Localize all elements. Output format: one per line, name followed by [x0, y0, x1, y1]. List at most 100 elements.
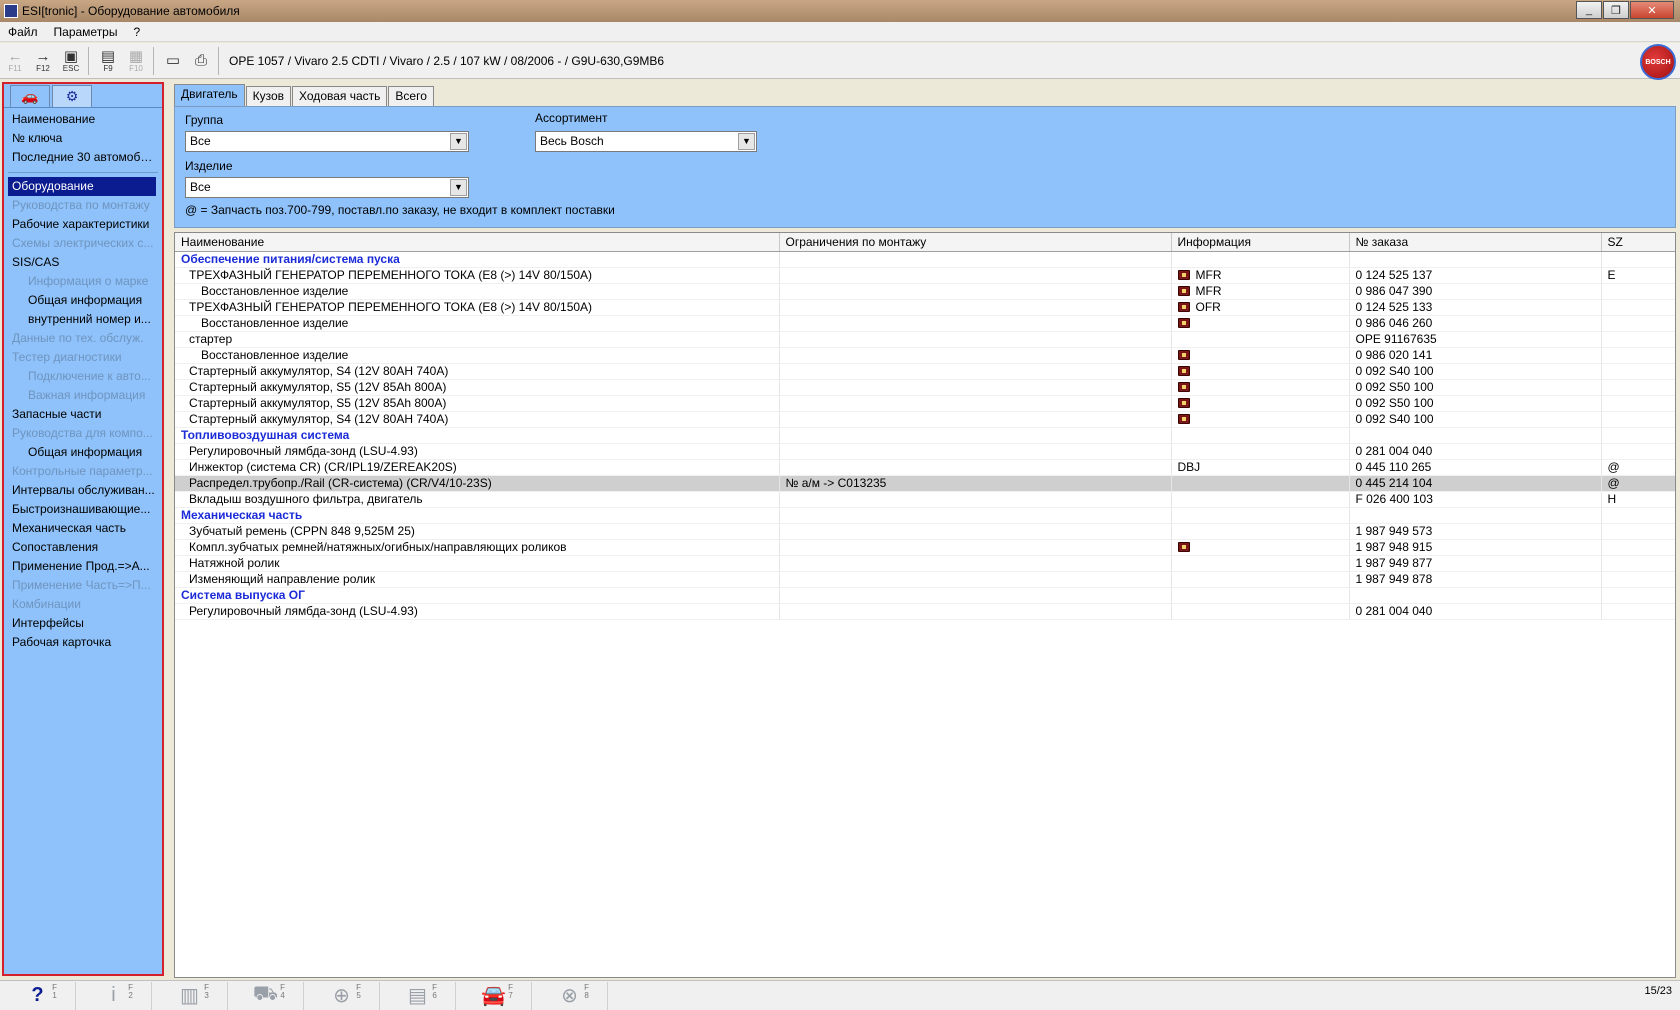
- table-group-row[interactable]: Механическая часть: [175, 507, 1675, 524]
- column-header-order-number[interactable]: № заказа: [1349, 233, 1602, 252]
- assortment-select[interactable]: Весь Bosch ▼: [535, 131, 757, 152]
- table-row[interactable]: Компл.зубчатых ремней/натяжных/огибных/н…: [175, 539, 1675, 556]
- nav-item: Руководства по монтажу: [12, 198, 150, 212]
- nav-item[interactable]: Общая информация: [4, 443, 156, 462]
- document-info-icon[interactable]: [1177, 269, 1190, 280]
- document-info-icon[interactable]: [1177, 317, 1190, 328]
- document-info-icon[interactable]: [1177, 397, 1190, 408]
- nav-item[interactable]: Запасные части: [4, 405, 156, 424]
- toolbar-button-f10[interactable]: ▦ F10: [123, 46, 149, 76]
- nav-item[interactable]: Последние 30 автомоби...: [4, 148, 156, 167]
- function-key-f3[interactable]: ▥ F 3: [152, 981, 228, 1010]
- nav-item[interactable]: Оборудование: [8, 177, 156, 196]
- menu-file[interactable]: Файл: [0, 25, 46, 39]
- document-info-icon[interactable]: [1177, 541, 1190, 552]
- table-row[interactable]: Стартерный аккумулятор, S4 (12V 80AH 740…: [175, 363, 1675, 380]
- table-group-row[interactable]: Обеспечение питания/система пуска: [175, 251, 1675, 268]
- table-row[interactable]: ТРЕХФАЗНЫЙ ГЕНЕРАТОР ПЕРЕМЕННОГО ТОКА (E…: [175, 299, 1675, 316]
- nav-item[interactable]: Сопоставления: [4, 538, 156, 557]
- toolbar-button-esc[interactable]: ▣ ESC: [58, 46, 84, 76]
- document-info-icon[interactable]: [1177, 413, 1190, 424]
- nav-item: Важная информация: [28, 388, 146, 402]
- table-row[interactable]: Зубчатый ремень (CPPN 848 9,525M 25) 1 98…: [175, 523, 1675, 540]
- menu-help[interactable]: ?: [125, 25, 148, 39]
- table-row[interactable]: Восстановленное изделие MFR 0 986 047 390: [175, 283, 1675, 300]
- tab-2[interactable]: Ходовая часть: [292, 86, 388, 106]
- toolbar-button-f11[interactable]: ← F11: [2, 46, 28, 76]
- column-header-info[interactable]: Информация: [1171, 233, 1350, 252]
- menu-parameters[interactable]: Параметры: [46, 25, 126, 39]
- nav-item[interactable]: № ключа: [4, 129, 156, 148]
- cell-name: ТРЕХФАЗНЫЙ ГЕНЕРАТОР ПЕРЕМЕННОГО ТОКА (E…: [175, 267, 780, 284]
- cell-sz: [1601, 571, 1675, 588]
- table-row[interactable]: ТРЕХФАЗНЫЙ ГЕНЕРАТОР ПЕРЕМЕННОГО ТОКА (E…: [175, 267, 1675, 284]
- function-key-f5[interactable]: ⊕ F 5: [304, 981, 380, 1010]
- nav-item[interactable]: Общая информация: [4, 291, 156, 310]
- minimize-button[interactable]: _: [1576, 1, 1602, 19]
- product-select[interactable]: Все ▼: [185, 177, 469, 198]
- nav-item[interactable]: Механическая часть: [4, 519, 156, 538]
- function-key-f4[interactable]: ⛟ F 4: [228, 981, 304, 1010]
- table-row[interactable]: Регулировочный лямбда-зонд (LSU-4.93) 0 2…: [175, 443, 1675, 460]
- group-select[interactable]: Все ▼: [185, 131, 469, 152]
- nav-item[interactable]: SIS/CAS: [4, 253, 156, 272]
- nav-item[interactable]: внутренний номер и...: [4, 310, 156, 329]
- toolbar-button-f9[interactable]: ▤ F9: [95, 46, 121, 76]
- function-key-f8[interactable]: ⊗ F 8: [532, 981, 608, 1010]
- dropdown-arrow-icon[interactable]: ▼: [738, 133, 755, 150]
- table-row[interactable]: Изменяющий направление ролик 1 987 949 87…: [175, 571, 1675, 588]
- table-row[interactable]: Регулировочный лямбда-зонд (LSU-4.93) 0 2…: [175, 603, 1675, 620]
- filter-panel: Группа Все ▼ Ассортимент Весь Bosch ▼ Из…: [174, 106, 1676, 228]
- table-row[interactable]: Натяжной ролик 1 987 949 877: [175, 555, 1675, 572]
- dropdown-arrow-icon[interactable]: ▼: [450, 179, 467, 196]
- nav-tab-car-icon[interactable]: 🚗: [10, 85, 50, 107]
- nav-item[interactable]: Рабочие характеристики: [4, 215, 156, 234]
- table-group-row[interactable]: Топливовоздушная система: [175, 427, 1675, 444]
- nav-item[interactable]: Интерфейсы: [4, 614, 156, 633]
- document-info-icon[interactable]: [1177, 381, 1190, 392]
- table-row[interactable]: стартер OPE 91167635: [175, 331, 1675, 348]
- toolbar-button-f12[interactable]: → F12: [30, 46, 56, 76]
- nav-tab-engine-icon[interactable]: ⚙: [52, 85, 92, 107]
- nav-item[interactable]: Быстроизнашивающие...: [4, 500, 156, 519]
- cell-sz: [1601, 331, 1675, 348]
- maximize-button[interactable]: ❐: [1603, 1, 1629, 19]
- nav-item[interactable]: Интервалы обслуживан...: [4, 481, 156, 500]
- function-key-label: F 1: [52, 982, 57, 1000]
- nav-item[interactable]: Рабочая карточка: [4, 633, 156, 652]
- tab-0[interactable]: Двигатель: [174, 84, 245, 106]
- column-header-name[interactable]: Наименование: [175, 233, 780, 252]
- column-header-sz[interactable]: SZ: [1601, 233, 1675, 252]
- nav-item[interactable]: Наименование: [4, 110, 156, 129]
- function-key-f1[interactable]: ? F 1: [0, 981, 76, 1010]
- toolbar-button-doc-5[interactable]: ▭: [160, 46, 186, 76]
- cell-sz: [1601, 555, 1675, 572]
- cell-sz: [1601, 411, 1675, 428]
- tab-1[interactable]: Кузов: [245, 86, 292, 106]
- document-info-icon[interactable]: [1177, 349, 1190, 360]
- table-row[interactable]: Восстановленное изделие 0 986 020 141: [175, 347, 1675, 364]
- dropdown-arrow-icon[interactable]: ▼: [450, 133, 467, 150]
- toolbar-button-doc-6[interactable]: ⎙: [188, 46, 214, 76]
- function-key-f7[interactable]: 🚘 F 7: [456, 981, 532, 1010]
- table-row[interactable]: Стартерный аккумулятор, S4 (12V 80AH 740…: [175, 411, 1675, 428]
- cell-restriction: [779, 539, 1172, 556]
- document-info-icon[interactable]: [1177, 365, 1190, 376]
- document-info-icon[interactable]: [1177, 301, 1190, 312]
- table-row[interactable]: Стартерный аккумулятор, S5 (12V 85Ah 800…: [175, 379, 1675, 396]
- function-key-f2[interactable]: i F 2: [76, 981, 152, 1010]
- table-row[interactable]: Инжектор (система CR) (CR/IPL19/ZEREAK20…: [175, 459, 1675, 476]
- table-row[interactable]: Стартерный аккумулятор, S5 (12V 85Ah 800…: [175, 395, 1675, 412]
- function-key-f6[interactable]: ▤ F 6: [380, 981, 456, 1010]
- table-row[interactable]: Вкладыш воздушного фильтра, двигатель F 0…: [175, 491, 1675, 508]
- cell-info: MFR: [1171, 283, 1350, 300]
- table-group-row[interactable]: Система выпуска ОГ: [175, 587, 1675, 604]
- tab-3[interactable]: Всего: [388, 86, 434, 106]
- close-button[interactable]: ✕: [1630, 1, 1674, 19]
- nav-item[interactable]: Применение Прод.=>А...: [4, 557, 156, 576]
- table-row[interactable]: Распредел.трубопр./Rail (CR-система) (CR…: [175, 475, 1675, 492]
- table-row[interactable]: Восстановленное изделие 0 986 046 260: [175, 315, 1675, 332]
- column-header-restrictions[interactable]: Ограничения по монтажу: [779, 233, 1172, 252]
- document-info-icon[interactable]: [1177, 285, 1190, 296]
- cell-info: [1171, 587, 1350, 604]
